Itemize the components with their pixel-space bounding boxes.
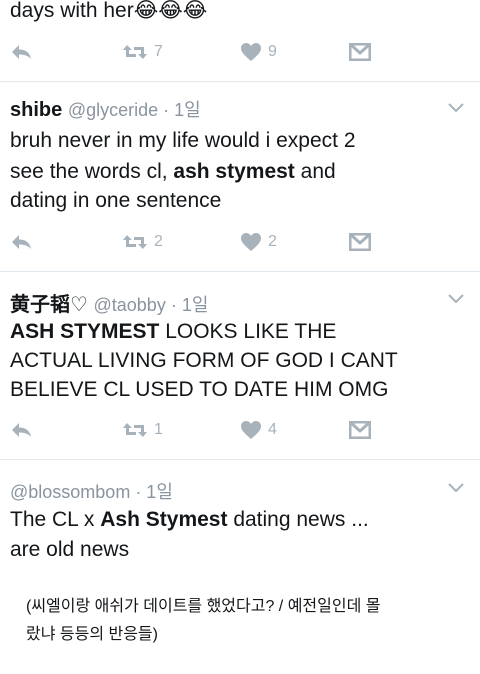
chevron-down-icon[interactable]: [448, 294, 464, 304]
text-segment: LOOKS LIKE THE: [159, 320, 337, 343]
reply-button[interactable]: [10, 230, 34, 254]
chevron-down-icon[interactable]: [448, 103, 464, 113]
divider: [0, 81, 480, 82]
divider: [0, 271, 480, 272]
tweet-1-actions: 7 9: [0, 40, 480, 64]
display-name[interactable]: shibe: [10, 99, 62, 121]
reply-icon: [10, 420, 34, 440]
text-segment: The CL x: [10, 508, 101, 531]
handle-and-time[interactable]: @blossombom · 1일: [10, 482, 173, 502]
dm-button[interactable]: [349, 230, 371, 254]
tweet-3-line-3: BELIEVE CL USED TO DATE HIM OMG: [10, 375, 388, 404]
text-segment: are old news: [10, 538, 130, 561]
like-count: 4: [268, 421, 277, 438]
text-segment: bruh never in my life would i expect 2: [10, 129, 356, 152]
handle-and-time[interactable]: @glyceride · 1일: [68, 100, 201, 120]
retweet-icon: [122, 42, 148, 62]
like-count: 9: [268, 43, 277, 60]
text-segment: dating news ...: [227, 508, 369, 531]
handle-and-time[interactable]: @taobby · 1일: [94, 295, 209, 315]
like-button[interactable]: 9: [240, 40, 277, 64]
reply-icon: [10, 232, 34, 252]
text-segment: and: [294, 160, 336, 183]
caption-line-2: 랐냐 등등의 반응들): [26, 626, 158, 643]
tweet-2-line-2: see the words cl, ash stymest and: [10, 157, 336, 186]
retweet-icon: [122, 420, 148, 440]
tweet-2-line-1: bruh never in my life would i expect 2: [10, 126, 356, 155]
retweet-button[interactable]: 2: [122, 230, 163, 254]
text-segment-bold: Ash Stymest: [100, 508, 228, 531]
dm-button[interactable]: [349, 40, 371, 64]
text-segment: dating in one sentence: [10, 189, 222, 212]
text-segment-bold: ash stymest: [173, 160, 295, 183]
like-icon: [240, 420, 262, 440]
like-count: 2: [268, 233, 277, 250]
tweet-4-line-2: are old news: [10, 535, 129, 564]
text-segment: ACTUAL LIVING FORM OF GOD I CANT: [10, 349, 398, 372]
dm-icon: [349, 43, 371, 61]
retweet-button[interactable]: 7: [122, 40, 163, 64]
like-button[interactable]: 4: [240, 418, 277, 442]
dm-icon: [349, 421, 371, 439]
text-segment-bold: ASH STYMEST: [10, 320, 160, 343]
tweet-4-header: @blossombom · 1일: [10, 478, 173, 504]
reply-icon: [10, 42, 34, 62]
tweet-1-text-part: days with her: [10, 0, 134, 22]
tweet-3-actions: 1 4: [0, 418, 480, 442]
divider: [0, 459, 480, 460]
chevron-down-icon[interactable]: [448, 483, 464, 493]
text-segment: see the words cl,: [10, 160, 174, 183]
laughing-emoji: 😂😂😂: [133, 0, 208, 22]
text-segment: BELIEVE CL USED TO DATE HIM OMG: [10, 378, 389, 401]
like-icon: [240, 232, 262, 252]
caption-line-1: (씨엘이랑 애쉬가 데이트를 했었다고? / 예전일인데 몰: [26, 598, 381, 615]
display-name[interactable]: 黄子韬♡: [10, 294, 88, 316]
retweet-count: 7: [154, 43, 163, 60]
tweet-2-header: shibe @glyceride · 1일: [10, 96, 201, 122]
dm-icon: [349, 233, 371, 251]
like-button[interactable]: 2: [240, 230, 277, 254]
retweet-button[interactable]: 1: [122, 418, 163, 442]
tweet-2-actions: 2 2: [0, 230, 480, 254]
tweet-4-line-1: The CL x Ash Stymest dating news ...: [10, 505, 369, 534]
reply-button[interactable]: [10, 40, 34, 64]
dm-button[interactable]: [349, 418, 371, 442]
retweet-icon: [122, 232, 148, 252]
tweet-2-line-3: dating in one sentence: [10, 186, 221, 215]
tweet-3-line-2: ACTUAL LIVING FORM OF GOD I CANT: [10, 346, 398, 375]
tweet-3-header: 黄子韬♡ @taobby · 1일: [10, 288, 208, 317]
like-icon: [240, 42, 262, 62]
reply-button[interactable]: [10, 418, 34, 442]
retweet-count: 1: [154, 421, 163, 438]
tweet-3-line-1: ASH STYMEST LOOKS LIKE THE: [10, 317, 336, 346]
retweet-count: 2: [154, 233, 163, 250]
tweet-1-text: days with her😂😂😂: [10, 0, 207, 25]
